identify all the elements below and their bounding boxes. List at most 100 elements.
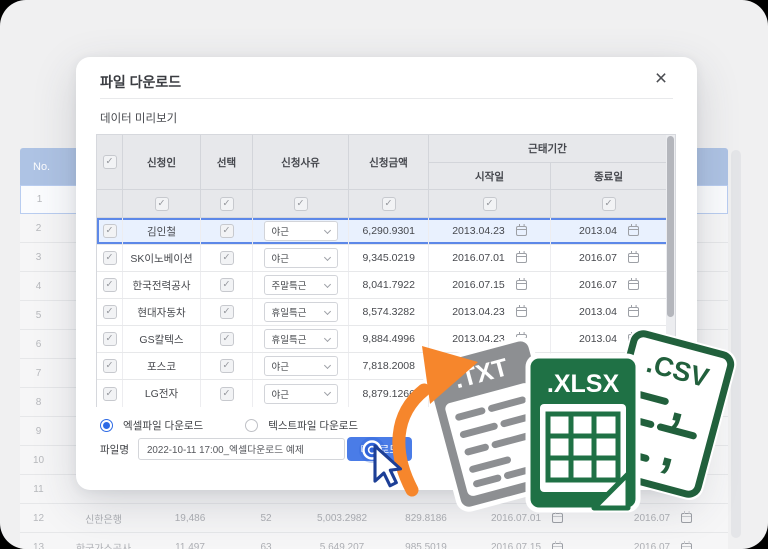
reason-value: 휴일특근 [271, 308, 307, 319]
calendar-icon[interactable] [627, 224, 639, 236]
header-applicant: 신청인 [123, 135, 201, 190]
filter-cell [253, 190, 349, 218]
bg-row-number: 7 [35, 367, 42, 379]
table-header: 신청인 선택 신청사유 신청금액 근태기간 시작일 종료일 [97, 135, 675, 218]
calendar-icon[interactable] [515, 305, 527, 317]
reason-dropdown[interactable]: 주말특근 [263, 275, 338, 295]
cell-amount: 8,041.7922 [349, 272, 429, 298]
select-checkbox[interactable] [219, 359, 234, 373]
header-checkbox-cell [97, 135, 123, 190]
cell-applicant: LG전자 [123, 380, 201, 407]
row-checkbox[interactable] [102, 278, 117, 292]
table-row[interactable]: 김인철 야근 6,290.9301 2013.04.23 2013.04 [97, 218, 675, 245]
reason-dropdown[interactable]: 야근 [263, 356, 338, 376]
cell-end-date: 2013.04 [551, 218, 667, 244]
select-checkbox[interactable] [219, 386, 234, 401]
filter-cell [349, 190, 429, 218]
filter-cell [201, 190, 253, 218]
bg-row-number: 11 [33, 483, 44, 495]
reason-dropdown[interactable]: 휴일특근 [263, 302, 338, 322]
bg-row-number: 8 [35, 396, 42, 408]
table-row[interactable]: SK이노베이션 야근 9,345.0219 2016.07.01 2016.07 [97, 245, 675, 272]
app-window: No. 1 2 3 4 5 6 7 8 9 10 11 12 신한은행 19,4… [0, 0, 768, 549]
bg-page-scrollbar[interactable] [731, 150, 741, 538]
bg-no-header: No. [33, 160, 51, 173]
bg-row-number: 9 [35, 425, 42, 437]
calendar-icon[interactable] [627, 278, 639, 290]
calendar-icon[interactable] [627, 305, 639, 317]
filter-checkbox[interactable] [601, 196, 616, 211]
close-icon[interactable]: × [647, 65, 675, 93]
reason-value: 야근 [271, 389, 289, 401]
cell-start-date: 2016.07.01 [429, 245, 551, 271]
row-checkbox[interactable] [102, 305, 117, 319]
chevron-down-icon [323, 361, 331, 369]
cell-start-date: 2013.04.23 [429, 299, 551, 325]
chevron-down-icon [323, 388, 331, 397]
cell-amount: 9,345.0219 [349, 245, 429, 271]
filter-cell [429, 190, 551, 218]
select-checkbox[interactable] [219, 332, 234, 346]
bg-cell-value: 5,649.207 [319, 542, 365, 549]
download-type-options: 엑셀파일 다운로드 텍스트파일 다운로드 [100, 418, 358, 433]
bg-cell-value: 63 [260, 542, 272, 549]
reason-dropdown[interactable]: 야근 [263, 248, 338, 268]
excel-radio[interactable] [100, 419, 113, 432]
filename-row: 파일명 [100, 438, 345, 460]
bg-cell-value: 52 [260, 512, 272, 524]
bg-row-number: 1 [36, 194, 43, 205]
reason-value: 야근 [271, 254, 289, 265]
bg-row-number: 4 [35, 280, 42, 292]
calendar-icon [552, 540, 564, 549]
select-checkbox[interactable] [219, 278, 234, 292]
reason-dropdown[interactable]: 야근 [263, 221, 338, 241]
calendar-icon[interactable] [515, 224, 527, 236]
select-checkbox[interactable] [219, 251, 234, 265]
cell-amount: 6,290.9301 [349, 218, 429, 244]
filename-input[interactable] [137, 438, 345, 460]
filter-cell [97, 190, 123, 218]
bg-row-number: 3 [35, 251, 42, 263]
text-radio[interactable] [245, 419, 259, 432]
bg-cell-name: 신한은행 [85, 514, 122, 526]
filter-checkbox[interactable] [154, 196, 169, 211]
cell-applicant: GS칼텍스 [123, 326, 201, 352]
table-row[interactable]: 현대자동차 휴일특근 8,574.3282 2013.04.23 2013.04 [97, 299, 675, 326]
select-checkbox[interactable] [219, 305, 234, 319]
row-checkbox[interactable] [102, 251, 117, 265]
filter-checkbox[interactable] [293, 196, 308, 211]
scrollbar-thumb[interactable] [667, 136, 674, 317]
bg-row-number: 13 [32, 542, 45, 549]
row-checkbox[interactable] [102, 386, 117, 401]
filter-checkbox[interactable] [381, 196, 396, 211]
cursor-click-icon [359, 437, 403, 488]
calendar-icon[interactable] [515, 278, 527, 290]
select-all-checkbox[interactable] [102, 155, 117, 169]
cell-applicant: 포스코 [123, 353, 201, 379]
cell-applicant: SK이노베이션 [123, 245, 201, 271]
bg-table-row[interactable]: 13 한국가스공사 11,497 63 5,649.207 985.5019 2… [20, 533, 728, 549]
header-reason: 신청사유 [253, 135, 349, 190]
reason-dropdown[interactable]: 야근 [263, 383, 338, 404]
table-row[interactable]: 한국전력공사 주말특근 8,041.7922 2016.07.15 2016.0… [97, 272, 675, 299]
reason-dropdown[interactable]: 휴일특근 [263, 329, 338, 349]
row-checkbox[interactable] [102, 332, 117, 346]
cell-end-date: 2013.04 [551, 299, 667, 325]
xlsx-label: .XLSX [547, 370, 620, 398]
bg-row-number: 10 [32, 454, 45, 466]
chevron-down-icon [323, 280, 331, 288]
filter-checkbox[interactable] [482, 196, 497, 211]
title-divider [100, 98, 673, 99]
chevron-down-icon [323, 307, 331, 315]
cell-start-date: 2013.04.23 [429, 218, 551, 244]
calendar-icon[interactable] [627, 251, 639, 263]
row-checkbox[interactable] [102, 359, 117, 373]
select-checkbox[interactable] [219, 224, 234, 238]
header-period-group: 근태기간 [429, 135, 667, 163]
row-checkbox[interactable] [102, 224, 117, 238]
reason-value: 주말특근 [271, 281, 307, 292]
filter-checkbox[interactable] [219, 196, 234, 211]
bg-cell-start-date: 2016.07.15 [472, 533, 582, 549]
calendar-icon[interactable] [515, 251, 527, 263]
text-radio-label: 텍스트파일 다운로드 [268, 420, 359, 432]
